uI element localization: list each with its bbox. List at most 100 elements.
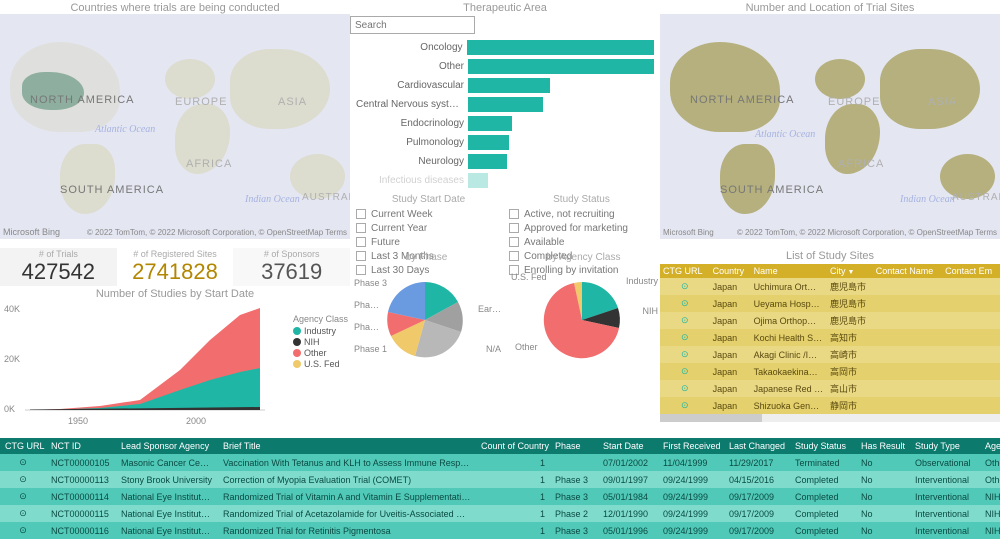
- label-south-america: SOUTH AMERICA: [60, 184, 164, 196]
- link-icon[interactable]: ⊙: [660, 397, 710, 414]
- hbar-bar[interactable]: [468, 59, 654, 74]
- col-name[interactable]: Name: [751, 264, 827, 278]
- col-count[interactable]: Count of Country: [476, 438, 550, 454]
- table-row[interactable]: ⊙JapanOjima Orthop…鹿児島市: [660, 312, 1000, 329]
- y-tick: 40K: [4, 304, 20, 314]
- link-icon[interactable]: ⊙: [0, 471, 46, 488]
- hbar-bar[interactable]: [468, 154, 507, 169]
- studies-header-row: CTG URL NCT ID Lead Sponsor Agency Brief…: [0, 438, 1000, 454]
- link-icon[interactable]: ⊙: [660, 363, 710, 380]
- col-brief[interactable]: Brief Title: [218, 438, 476, 454]
- col-country[interactable]: Country: [710, 264, 751, 278]
- table-row[interactable]: ⊙JapanAkagi Clinic /I…高崎市: [660, 346, 1000, 363]
- phase-pie[interactable]: by Phase Phase 3 Pha… Pha… Phase 1 Ear…: [350, 250, 503, 375]
- col-contact-name[interactable]: Contact Name: [873, 264, 942, 278]
- therapeutic-area-panel: Therapeutic Area Oncology Other Cardiova…: [350, 0, 660, 248]
- filter-option[interactable]: Future: [356, 235, 501, 249]
- card-label: # of Sponsors: [233, 249, 350, 259]
- table-row[interactable]: ⊙NCT00000105Masonic Cancer Cente…Vaccina…: [0, 454, 1000, 471]
- x-tick: 2000: [186, 416, 206, 426]
- hbar-bar[interactable]: [468, 78, 550, 93]
- table-row[interactable]: ⊙JapanJapanese Red …高山市: [660, 380, 1000, 397]
- table-row[interactable]: ⊙NCT00000114National Eye Institute (…Ran…: [0, 488, 1000, 505]
- col-contact-email[interactable]: Contact Em: [942, 264, 1000, 278]
- studies-table[interactable]: CTG URL NCT ID Lead Sponsor Agency Brief…: [0, 438, 1000, 539]
- dot-icon: [293, 327, 301, 335]
- dot-icon: [293, 349, 301, 357]
- sites-table[interactable]: CTG URL Country Name City▼ Contact Name …: [660, 264, 1000, 414]
- agency-pie[interactable]: by Agency Class U.S. Fed Industry NIH Ot…: [507, 250, 660, 375]
- table-row[interactable]: ⊙JapanKochi Health S…高知市: [660, 329, 1000, 346]
- col-sponsor[interactable]: Lead Sponsor Agency: [116, 438, 218, 454]
- sites-card[interactable]: # of Registered Sites 2741828: [117, 248, 234, 286]
- col-first[interactable]: First Received: [658, 438, 724, 454]
- checkbox-icon[interactable]: [356, 209, 366, 219]
- table-row[interactable]: ⊙NCT00000115National Eye Institute (…Ran…: [0, 505, 1000, 522]
- link-icon[interactable]: ⊙: [660, 278, 710, 295]
- table-row[interactable]: ⊙NCT00000116National Eye Institute (…Ran…: [0, 522, 1000, 539]
- link-icon[interactable]: ⊙: [660, 295, 710, 312]
- filter-option[interactable]: Current Week: [356, 207, 501, 221]
- table-row[interactable]: ⊙JapanUeyama Hosp…鹿児島市: [660, 295, 1000, 312]
- h-scrollbar[interactable]: [660, 414, 1000, 422]
- hbar-bar[interactable]: [468, 135, 509, 150]
- filter-option[interactable]: Current Year: [356, 221, 501, 235]
- area-chart[interactable]: 40K 20K 0K 1950 2000 Agency Class Indust…: [0, 300, 350, 440]
- checkbox-icon[interactable]: [509, 237, 519, 247]
- col-city[interactable]: City▼: [827, 264, 873, 278]
- filter-option[interactable]: Active, not recruiting: [509, 207, 654, 221]
- countries-map[interactable]: NORTH AMERICA SOUTH AMERICA EUROPE ASIA …: [0, 14, 350, 239]
- link-icon[interactable]: ⊙: [660, 346, 710, 363]
- hbar-bar[interactable]: [468, 116, 512, 131]
- checkbox-icon[interactable]: [356, 223, 366, 233]
- hbar-bar[interactable]: [468, 97, 543, 112]
- legend-item[interactable]: U.S. Fed: [293, 359, 348, 369]
- metrics-and-area-panel: # of Trials 427542 # of Registered Sites…: [0, 248, 350, 438]
- checkbox-icon[interactable]: [509, 209, 519, 219]
- hbar-bar[interactable]: [468, 173, 488, 188]
- sites-header-row: CTG URL Country Name City▼ Contact Name …: [660, 264, 1000, 278]
- col-start[interactable]: Start Date: [598, 438, 658, 454]
- link-icon[interactable]: ⊙: [0, 454, 46, 471]
- table-row[interactable]: ⊙JapanUchimura Ort…鹿児島市: [660, 278, 1000, 295]
- link-icon[interactable]: ⊙: [0, 488, 46, 505]
- label-europe: EUROPE: [175, 96, 227, 108]
- sites-map[interactable]: NORTH AMERICA SOUTH AMERICA EUROPE ASIA …: [660, 14, 1000, 239]
- map-credit: © 2022 TomTom, © 2022 Microsoft Corporat…: [737, 228, 997, 237]
- table-row[interactable]: ⊙JapanTakaokaekina…高岡市: [660, 363, 1000, 380]
- col-status[interactable]: Study Status: [790, 438, 856, 454]
- label-indian: Indian Ocean: [245, 194, 300, 205]
- link-icon[interactable]: ⊙: [0, 522, 46, 539]
- col-type[interactable]: Study Type: [910, 438, 980, 454]
- filter-option[interactable]: Available: [509, 235, 654, 249]
- sponsors-card[interactable]: # of Sponsors 37619: [233, 248, 350, 286]
- trials-card[interactable]: # of Trials 427542: [0, 248, 117, 286]
- col-nct[interactable]: NCT ID: [46, 438, 116, 454]
- col-agency[interactable]: Agency: [980, 438, 1000, 454]
- link-icon[interactable]: ⊙: [660, 312, 710, 329]
- table-row[interactable]: ⊙NCT00000113Stony Brook UniversityCorrec…: [0, 471, 1000, 488]
- hbar-bar[interactable]: [467, 40, 654, 55]
- link-icon[interactable]: ⊙: [0, 505, 46, 522]
- area-chart-title: Number of Studies by Start Date: [0, 286, 350, 300]
- therapeutic-hbar-chart[interactable]: Oncology Other Cardiovascular Central Ne…: [350, 38, 660, 190]
- link-icon[interactable]: ⊙: [660, 329, 710, 346]
- col-ctg-url[interactable]: CTG URL: [660, 264, 710, 278]
- legend-item[interactable]: Other: [293, 348, 348, 358]
- pie-label: Ear…: [478, 304, 501, 314]
- col-phase[interactable]: Phase: [550, 438, 598, 454]
- scrollbar-thumb[interactable]: [660, 414, 762, 422]
- checkbox-icon[interactable]: [509, 223, 519, 233]
- label-austral: AUSTRAL: [302, 192, 350, 203]
- col-has[interactable]: Has Result: [856, 438, 910, 454]
- checkbox-icon[interactable]: [356, 237, 366, 247]
- legend-item[interactable]: NIH: [293, 337, 348, 347]
- col-ctg-url[interactable]: CTG URL: [0, 438, 46, 454]
- legend-item[interactable]: Industry: [293, 326, 348, 336]
- filter-option[interactable]: Approved for marketing: [509, 221, 654, 235]
- col-last[interactable]: Last Changed: [724, 438, 790, 454]
- search-input[interactable]: [350, 16, 475, 34]
- table-row[interactable]: ⊙JapanShizuoka Gen…静岡市: [660, 397, 1000, 414]
- hbar-label: Central Nervous syste…: [356, 99, 464, 110]
- link-icon[interactable]: ⊙: [660, 380, 710, 397]
